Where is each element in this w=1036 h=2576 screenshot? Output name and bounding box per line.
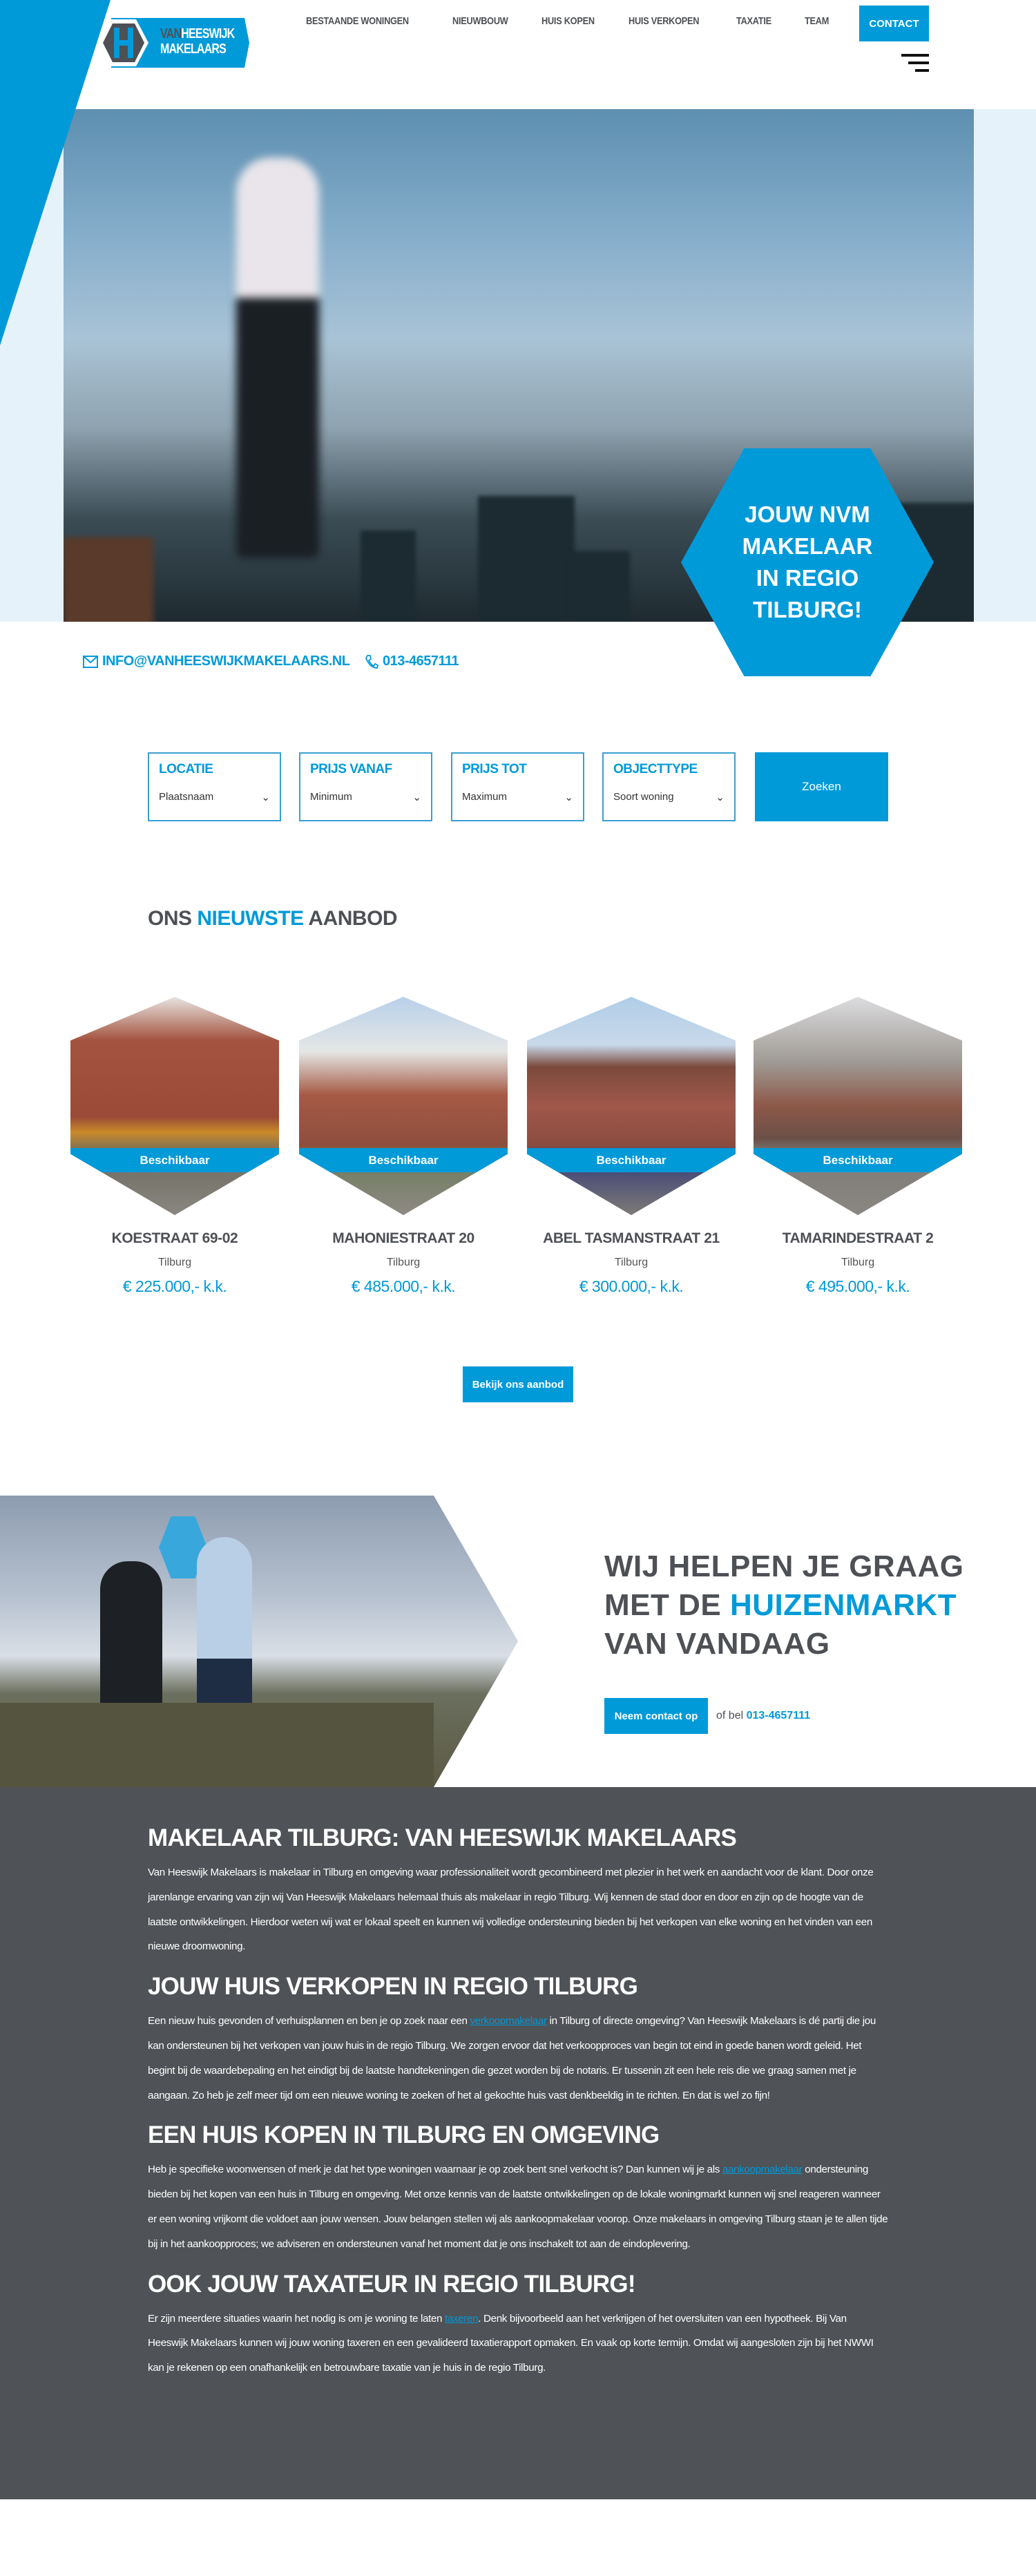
status-badge: Beschikbaar xyxy=(70,1148,279,1172)
nav-team[interactable]: TEAM xyxy=(805,15,829,27)
listing-city: Tilburg xyxy=(841,1257,875,1268)
listing-photo: Beschikbaar xyxy=(70,997,279,1215)
logo-text: VAN xyxy=(160,26,182,41)
cta-heading: WIJ HELPEN JE GRAAG MET DE HUIZENMARKT V… xyxy=(604,1549,964,1661)
search-locatie-select[interactable]: LOCATIE Plaatsnaam ⌄ xyxy=(148,752,281,821)
cta-phone-link[interactable]: 013-4657111 xyxy=(747,1710,811,1721)
content-paragraph: Heb je specifieke woonwensen of merk je … xyxy=(148,2164,888,2250)
listing-price: € 225.000,- k.k. xyxy=(122,1277,227,1295)
listing-price: € 300.000,- k.k. xyxy=(579,1277,684,1295)
listing-city: Tilburg xyxy=(614,1257,649,1268)
aankoopmakelaar-link[interactable]: aankoopmakelaar xyxy=(722,2164,803,2175)
field-label: PRIJS TOT xyxy=(462,762,527,776)
nav-nieuwbouw[interactable]: NIEUWBOUW xyxy=(452,15,508,27)
phone-icon xyxy=(365,654,378,669)
call-text: of bel 013-4657111 xyxy=(716,1710,811,1721)
team-photo xyxy=(0,1496,518,1787)
status-badge: Beschikbaar xyxy=(527,1148,736,1172)
view-listings-button[interactable]: Bekijk ons aanbod xyxy=(463,1366,573,1402)
chevron-down-icon: ⌄ xyxy=(716,792,725,803)
search-prijs-vanaf-select[interactable]: PRIJS VANAF Minimum ⌄ xyxy=(299,752,432,821)
nav-huis-kopen[interactable]: HUIS KOPEN xyxy=(541,15,595,27)
contact-button[interactable]: Neem contact op xyxy=(604,1698,708,1734)
content-heading: MAKELAAR TILBURG: VAN HEESWIJK MAKELAARS xyxy=(148,1824,737,1851)
hero-badge-line: JOUW NVM xyxy=(745,502,870,527)
envelope-icon xyxy=(83,655,98,668)
select-value: Maximum xyxy=(462,791,508,803)
nav-huis-verkopen[interactable]: HUIS VERKOPEN xyxy=(629,15,700,27)
nav-bestaande-woningen[interactable]: BESTAANDE WONINGEN xyxy=(306,15,409,27)
listing-card[interactable]: Beschikbaar KOESTRAAT 69-02 Tilburg € 22… xyxy=(70,997,279,1296)
listing-card[interactable]: Beschikbaar ABEL TASMANSTRAAT 21 Tilburg… xyxy=(527,997,736,1296)
nav-contact-button[interactable]: CONTACT xyxy=(859,6,929,41)
seo-content: MAKELAAR TILBURG: VAN HEESWIJK MAKELAARS… xyxy=(0,1787,1036,2499)
listing-title[interactable]: MAHONIESTRAAT 20 xyxy=(299,1230,508,1247)
logo-text: MAKELAARS xyxy=(160,41,227,57)
verkoopmakelaar-link[interactable]: verkoopmakelaar xyxy=(470,2015,547,2027)
taxeren-link[interactable]: taxeren xyxy=(445,2313,479,2325)
phone-link[interactable]: 013-4657111 xyxy=(365,653,459,669)
listing-city: Tilburg xyxy=(157,1257,192,1268)
phone-text: 013-4657111 xyxy=(383,653,459,669)
listing-card[interactable]: Beschikbaar TAMARINDESTRAAT 2 Tilburg € … xyxy=(754,997,962,1296)
content-paragraph: Van Heeswijk Makelaars is makelaar in Ti… xyxy=(148,1867,874,1953)
select-value: Minimum xyxy=(310,791,352,803)
listing-title[interactable]: TAMARINDESTRAAT 2 xyxy=(754,1230,962,1247)
content-heading: JOUW HUIS VERKOPEN IN REGIO TILBURG xyxy=(148,1973,638,2001)
search-objecttype-select[interactable]: OBJECTTYPE Soort woning ⌄ xyxy=(602,752,736,821)
chevron-down-icon: ⌄ xyxy=(412,792,421,803)
content-paragraph: Een nieuw huis gevonden of verhuisplanne… xyxy=(148,2015,876,2101)
nav-taxatie[interactable]: TAXATIE xyxy=(736,15,771,27)
hero-badge-line: TILBURG! xyxy=(753,597,862,622)
email-link[interactable]: INFO@VANHEESWIJKMAKELAARS.NL xyxy=(83,653,350,669)
content-heading: OOK JOUW TAXATEUR IN REGIO TILBURG! xyxy=(148,2270,635,2298)
listing-price: € 495.000,- k.k. xyxy=(805,1277,910,1295)
content-heading: EEN HUIS KOPEN IN TILBURG EN OMGEVING xyxy=(148,2121,660,2149)
field-label: PRIJS VANAF xyxy=(310,762,392,776)
search-prijs-tot-select[interactable]: PRIJS TOT Maximum ⌄ xyxy=(451,752,584,821)
listing-city: Tilburg xyxy=(386,1257,421,1268)
listing-title[interactable]: KOESTRAAT 69-02 xyxy=(70,1230,279,1247)
listing-photo: Beschikbaar xyxy=(754,997,962,1215)
listing-price: € 485.000,- k.k. xyxy=(351,1277,456,1295)
email-text: INFO@VANHEESWIJKMAKELAARS.NL xyxy=(102,653,350,669)
search-button[interactable]: Zoeken xyxy=(755,752,888,821)
field-label: LOCATIE xyxy=(159,762,213,776)
chevron-down-icon: ⌄ xyxy=(261,792,270,803)
hero-badge-line: MAKELAAR xyxy=(742,533,873,559)
listing-photo: Beschikbaar xyxy=(527,997,736,1215)
select-value: Soort woning xyxy=(613,791,674,803)
listings-title: ONS NIEUWSTE AANBOD xyxy=(148,907,398,930)
chevron-down-icon: ⌄ xyxy=(564,792,573,803)
content-paragraph: Er zijn meerdere situaties waarin het no… xyxy=(148,2312,874,2374)
listing-title[interactable]: ABEL TASMANSTRAAT 21 xyxy=(527,1230,736,1247)
hamburger-icon[interactable] xyxy=(901,54,929,73)
hero-badge-line: IN REGIO xyxy=(756,565,859,591)
logo[interactable]: VANHEESWIJK MAKELAARS xyxy=(96,18,249,68)
status-badge: Beschikbaar xyxy=(754,1148,962,1172)
status-badge: Beschikbaar xyxy=(299,1148,508,1172)
listing-card[interactable]: Beschikbaar MAHONIESTRAAT 20 Tilburg € 4… xyxy=(299,997,508,1296)
field-label: OBJECTTYPE xyxy=(613,762,698,776)
logo-text: HEESWIJK xyxy=(181,26,235,41)
listing-photo: Beschikbaar xyxy=(299,997,508,1215)
select-value: Plaatsnaam xyxy=(159,791,214,803)
